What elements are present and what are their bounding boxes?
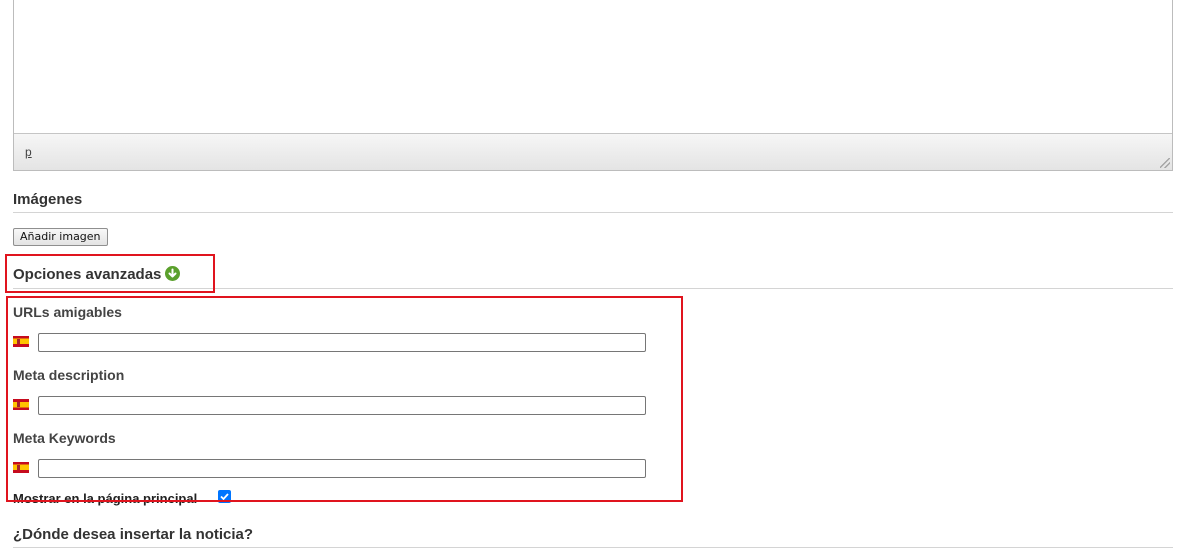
editor-status-bar: p bbox=[14, 133, 1172, 170]
add-image-button[interactable]: Añadir imagen bbox=[13, 228, 108, 246]
editor-content-area[interactable] bbox=[14, 0, 1172, 134]
highlight-box-title bbox=[5, 254, 215, 293]
divider bbox=[13, 547, 1173, 548]
element-path-link[interactable]: p bbox=[25, 145, 32, 159]
divider bbox=[13, 212, 1173, 213]
rich-text-editor[interactable]: p bbox=[13, 0, 1173, 171]
insert-location-title: ¿Dónde desea insertar la noticia? bbox=[13, 526, 254, 543]
resize-handle-icon[interactable] bbox=[1160, 158, 1170, 168]
highlight-box-fields bbox=[6, 296, 683, 502]
images-section-title: Imágenes bbox=[13, 191, 83, 208]
